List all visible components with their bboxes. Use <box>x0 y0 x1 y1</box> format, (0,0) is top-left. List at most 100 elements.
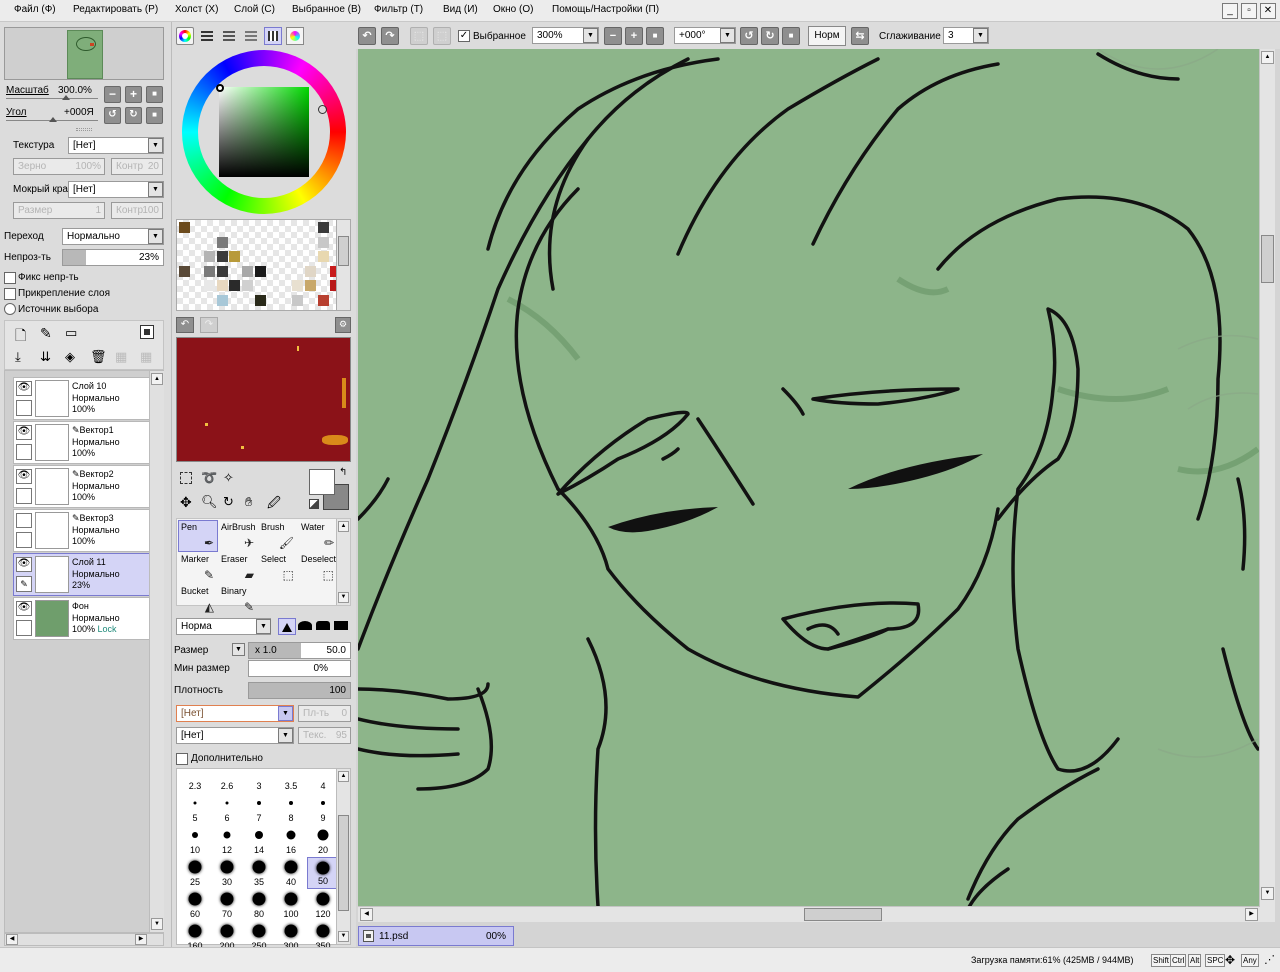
tool-list-scrollbar[interactable]: ▲ ▼ <box>336 519 350 605</box>
brush-size-cell[interactable]: 4 <box>307 761 339 793</box>
zoom-reset-button[interactable]: ■ <box>146 86 163 103</box>
stabilizer-dropdown-icon[interactable]: ▼ <box>973 28 988 43</box>
navigator-preview[interactable] <box>4 27 164 80</box>
zoom-slider-handle[interactable] <box>62 95 70 100</box>
color-swatch[interactable] <box>305 280 316 291</box>
menu-window[interactable]: Окно (О) <box>493 4 533 15</box>
layer-pen-icon[interactable] <box>16 444 32 460</box>
show-selection-checkbox[interactable]: ✓ <box>458 30 470 42</box>
tool-marker[interactable]: Marker ✎ <box>178 552 218 584</box>
brush-size-cell[interactable]: 2.6 <box>211 761 243 793</box>
saturation-value-square[interactable] <box>219 87 309 177</box>
brush-size-cell[interactable]: 12 <box>211 825 243 857</box>
brush-shape-select[interactable]: [Нет] <box>176 705 294 722</box>
maximize-button[interactable]: ▫ <box>1241 3 1257 19</box>
color-swatch[interactable] <box>317 236 329 248</box>
color-swatch[interactable] <box>254 294 266 306</box>
drawing-canvas[interactable] <box>358 49 1260 906</box>
menu-layer[interactable]: Слой (С) <box>234 4 275 15</box>
color-swatch[interactable] <box>216 236 228 248</box>
size-slider[interactable]: x 1.0 50.0 <box>248 642 351 659</box>
brush-size-scrollbar[interactable]: ▲ ▼ <box>336 769 350 944</box>
intermediate-color-button[interactable] <box>242 27 260 45</box>
eyedropper-icon[interactable]: 🖉 <box>267 494 281 516</box>
flip-horizontal-button[interactable]: ⇆ <box>851 27 869 45</box>
visibility-eye-icon[interactable]: 👁︎ <box>16 557 32 572</box>
color-wheel[interactable] <box>182 50 346 214</box>
layer-pen-icon[interactable]: ✎ <box>16 576 32 592</box>
tool-select[interactable]: Select ⬚ <box>258 552 298 584</box>
minimize-button[interactable]: _ <box>1222 3 1238 19</box>
layer-pen-icon[interactable] <box>16 532 32 548</box>
brush-size-cell[interactable]: 120 <box>307 889 339 921</box>
toolbar-rotate-left-button[interactable]: ↺ <box>740 27 758 45</box>
clear-layer-icon[interactable]: ◈ <box>65 349 75 365</box>
tool-brush[interactable]: Brush 🖌︎ <box>258 520 298 552</box>
hue-cursor[interactable] <box>318 105 327 114</box>
layer-item[interactable]: 👁︎ ✎Вектор1 Нормально 100% <box>13 421 152 464</box>
color-swatch[interactable] <box>229 280 241 291</box>
color-swatch[interactable] <box>229 251 241 262</box>
swatch-scrollbar[interactable] <box>336 220 350 310</box>
zoom-tool-icon[interactable]: 🔍︎ <box>201 494 218 510</box>
color-swatch[interactable] <box>254 265 266 277</box>
layer-list-hscroll[interactable]: ◀ ▶ <box>4 933 164 946</box>
rotate-right-button[interactable]: ↻ <box>125 107 142 124</box>
move-icon[interactable]: ✥ <box>180 494 192 511</box>
zoom-dropdown-icon[interactable]: ▼ <box>583 28 598 43</box>
tool-airbrush[interactable]: AirBrush ✈ <box>218 520 258 552</box>
brush-size-cell[interactable]: 20 <box>307 825 339 857</box>
menu-selection[interactable]: Выбранное (В) <box>292 4 361 15</box>
vscroll-thumb[interactable] <box>1261 235 1274 283</box>
density-slider[interactable]: 100 <box>248 682 351 699</box>
lasso-icon[interactable]: ➰ <box>201 470 217 486</box>
document-tab[interactable]: 11.psd 00% <box>358 926 514 946</box>
brush-size-cell[interactable]: 3 <box>243 761 275 793</box>
color-swatch[interactable] <box>204 265 216 277</box>
brush-size-cell[interactable]: 10 <box>179 825 211 857</box>
brush-size-cell[interactable]: 14 <box>243 825 275 857</box>
undo-button[interactable]: ↶ <box>358 27 376 45</box>
blend-mode-dropdown-icon[interactable]: ▼ <box>148 229 163 244</box>
close-button[interactable]: ✕ <box>1260 3 1276 19</box>
brush-size-cell[interactable]: 30 <box>211 857 243 889</box>
zoom-slider[interactable] <box>6 98 98 99</box>
angle-slider-handle[interactable] <box>49 117 57 122</box>
color-swatch[interactable] <box>216 265 228 277</box>
shape-param-field[interactable]: Пл-ть 0 <box>298 705 351 722</box>
brush-size-cell[interactable]: 5 <box>179 793 211 825</box>
color-swatch[interactable] <box>179 222 190 233</box>
brush-texture-dropdown-icon[interactable]: ▼ <box>278 728 293 743</box>
shape-soft-icon[interactable] <box>298 621 312 630</box>
toolbar-zoom-in-button[interactable]: + <box>625 27 643 45</box>
preserve-opacity-checkbox[interactable] <box>4 272 16 284</box>
normal-view-button[interactable]: Норм <box>808 26 846 46</box>
brush-size-cell[interactable]: 8 <box>275 793 307 825</box>
swap-colors-icon[interactable]: ↰ <box>339 467 347 478</box>
rotate-reset-button[interactable]: ■ <box>146 107 163 124</box>
brush-shape-dropdown-icon[interactable]: ▼ <box>278 706 293 721</box>
menu-edit[interactable]: Редактировать (Р) <box>73 4 158 15</box>
wet-size-field[interactable]: Размер 1 <box>13 202 105 219</box>
rect-select-icon[interactable] <box>180 472 192 484</box>
layer-item[interactable]: ✎Вектор3 Нормально 100% <box>13 509 152 552</box>
toolbar-zoom-out-button[interactable]: − <box>604 27 622 45</box>
toolbar-rotate-reset-button[interactable]: ■ <box>782 27 800 45</box>
color-swatch[interactable] <box>305 265 316 277</box>
wet-contrast-field[interactable]: Контр 100 <box>111 202 163 219</box>
menu-help[interactable]: Помощь/Настройки (П) <box>552 4 659 15</box>
clipping-checkbox[interactable] <box>4 288 16 300</box>
rotation-dropdown-icon[interactable]: ▼ <box>720 28 735 43</box>
brush-size-cell[interactable]: 25 <box>179 857 211 889</box>
min-size-slider[interactable]: 0% <box>248 660 351 677</box>
hscroll-thumb[interactable] <box>804 908 882 921</box>
tool-eraser[interactable]: Eraser ▰ <box>218 552 258 584</box>
color-swatch[interactable] <box>179 265 190 277</box>
shape-flat-icon[interactable] <box>334 621 348 630</box>
visibility-eye-icon[interactable]: 👁︎ <box>16 425 32 440</box>
brush-size-cell[interactable]: 6 <box>211 793 243 825</box>
scratchpad-settings-icon[interactable]: ⚙ <box>335 317 351 333</box>
brush-size-cell[interactable]: 3.5 <box>275 761 307 793</box>
new-layer-icon[interactable]: 🗋 <box>15 325 26 349</box>
tool-water[interactable]: Water ✏ <box>298 520 338 552</box>
